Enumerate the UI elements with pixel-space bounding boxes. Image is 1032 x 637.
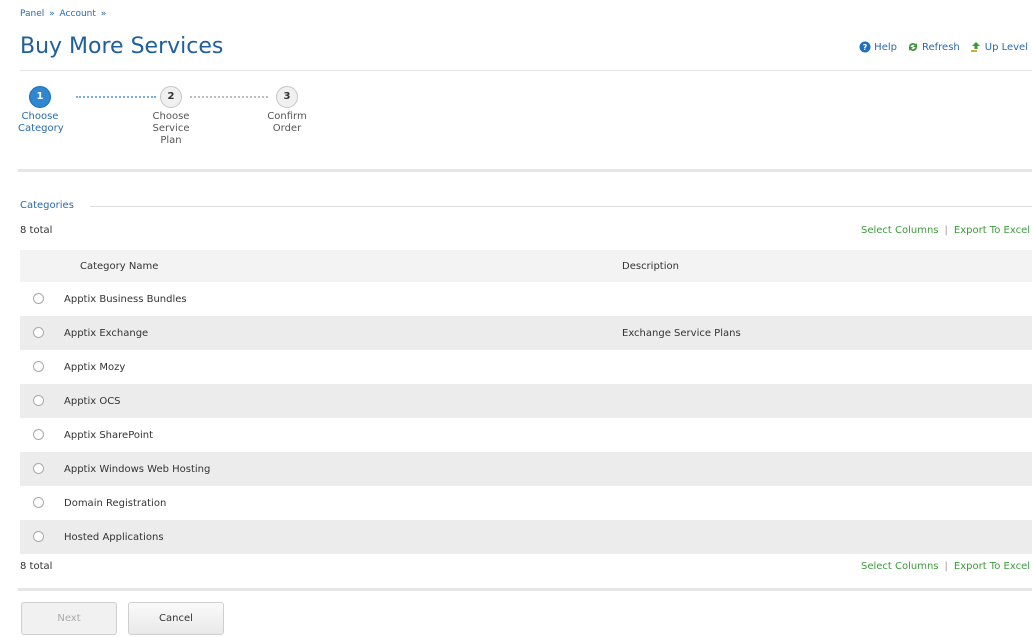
- header-select: [20, 250, 56, 282]
- row-radio[interactable]: [32, 293, 44, 305]
- category-name-cell: Apptix OCS: [56, 384, 621, 418]
- table-row[interactable]: Apptix OCS: [20, 384, 1032, 418]
- description-cell: [621, 452, 1032, 486]
- row-radio[interactable]: [32, 395, 44, 407]
- total-count-top: 8 total: [20, 225, 53, 236]
- cancel-button[interactable]: Cancel: [128, 602, 224, 635]
- table-row[interactable]: Domain Registration: [20, 486, 1032, 520]
- description-cell: Exchange Service Plans: [621, 316, 1032, 350]
- row-radio[interactable]: [32, 429, 44, 441]
- breadcrumb-separator: »: [49, 9, 55, 19]
- footer-divider: [18, 588, 1032, 591]
- description-cell: [621, 486, 1032, 520]
- step-3-circle: 3: [276, 86, 298, 108]
- description-cell: [621, 282, 1032, 316]
- step-2-circle: 2: [160, 86, 182, 108]
- refresh-icon: [907, 41, 919, 53]
- table-header-row: Category Name Description: [20, 250, 1032, 282]
- grid-actions-bottom: Select Columns | Export To Excel: [861, 561, 1030, 572]
- row-radio[interactable]: [32, 327, 44, 339]
- wizard-connector-1: [76, 96, 156, 98]
- header-divider: [20, 70, 1032, 71]
- category-name-cell: Apptix Windows Web Hosting: [56, 452, 621, 486]
- help-button[interactable]: ? Help: [859, 41, 897, 53]
- description-cell: [621, 418, 1032, 452]
- step-3-label-line2: Order: [272, 123, 302, 134]
- link-separator: |: [944, 561, 948, 572]
- toolbar: ? Help Refresh Up Level: [859, 41, 1028, 53]
- row-radio[interactable]: [32, 531, 44, 543]
- wizard-connector-2: [190, 96, 268, 98]
- wizard-steps: 1 Choose Category 2 Choose Service Plan …: [18, 86, 338, 166]
- category-name-cell: Apptix Mozy: [64, 361, 126, 373]
- table-row[interactable]: Apptix Business Bundles: [20, 282, 1032, 316]
- row-radio[interactable]: [32, 361, 44, 373]
- total-count-bottom: 8 total: [20, 561, 53, 572]
- breadcrumb-account[interactable]: Account: [60, 9, 96, 19]
- table-row[interactable]: Apptix Exchange Exchange Service Plans: [20, 316, 1032, 350]
- category-name-cell: Apptix Business Bundles: [64, 293, 187, 305]
- up-level-icon: [970, 41, 982, 53]
- help-icon: ?: [859, 41, 871, 53]
- row-radio[interactable]: [32, 463, 44, 475]
- header-description[interactable]: Description: [621, 250, 1032, 282]
- table-row[interactable]: Apptix Windows Web Hosting: [20, 452, 1032, 486]
- grid-actions-top: Select Columns | Export To Excel: [861, 225, 1030, 236]
- step-2-label-line2: Service: [152, 123, 190, 134]
- description-cell: [621, 520, 1032, 554]
- step-2-label-line3: Plan: [160, 135, 182, 146]
- export-to-excel-link[interactable]: Export To Excel: [954, 225, 1030, 236]
- step-1-label-line2: Category: [18, 123, 64, 134]
- select-columns-link[interactable]: Select Columns: [861, 561, 939, 572]
- row-radio[interactable]: [32, 497, 44, 509]
- breadcrumb: Panel » Account »: [20, 9, 108, 19]
- link-separator: |: [944, 225, 948, 236]
- category-name-cell: Apptix SharePoint: [64, 429, 154, 441]
- step-1-circle: 1: [29, 86, 51, 108]
- step-3-label-line1: Confirm: [267, 111, 307, 122]
- table-row[interactable]: Hosted Applications: [20, 520, 1032, 554]
- section-label: Categories: [20, 200, 74, 211]
- breadcrumb-separator: »: [100, 9, 107, 19]
- svg-text:?: ?: [863, 43, 868, 52]
- select-columns-link[interactable]: Select Columns: [861, 225, 939, 236]
- help-label: Help: [874, 41, 897, 53]
- description-cell: [621, 384, 1032, 418]
- refresh-button[interactable]: Refresh: [907, 41, 960, 53]
- section-divider: [90, 206, 1032, 207]
- category-name-cell: Domain Registration: [64, 497, 167, 509]
- breadcrumb-panel[interactable]: Panel: [20, 9, 44, 19]
- table-row[interactable]: Apptix SharePoint: [20, 418, 1032, 452]
- wizard-divider: [18, 169, 1032, 172]
- wizard-step-3: 3 Confirm Order: [262, 86, 312, 135]
- category-name-cell: Hosted Applications: [56, 520, 621, 554]
- description-cell: [621, 350, 1032, 384]
- table-row[interactable]: Apptix Mozy: [20, 350, 1032, 384]
- up-level-label: Up Level: [984, 41, 1028, 53]
- category-name-cell: Apptix Exchange: [56, 316, 621, 350]
- up-level-button[interactable]: Up Level: [970, 41, 1028, 53]
- header-category-name[interactable]: Category Name: [56, 250, 621, 282]
- page-title: Buy More Services: [20, 34, 224, 59]
- categories-table: Category Name Description Apptix Busines…: [20, 250, 1032, 554]
- next-button[interactable]: Next: [21, 602, 117, 635]
- step-2-label-line1: Choose: [152, 111, 190, 122]
- wizard-step-2: 2 Choose Service Plan: [146, 86, 196, 147]
- wizard-step-1: 1 Choose Category: [18, 86, 64, 135]
- step-1-label-line1: Choose: [21, 111, 59, 122]
- export-to-excel-link[interactable]: Export To Excel: [954, 561, 1030, 572]
- refresh-label: Refresh: [921, 41, 960, 53]
